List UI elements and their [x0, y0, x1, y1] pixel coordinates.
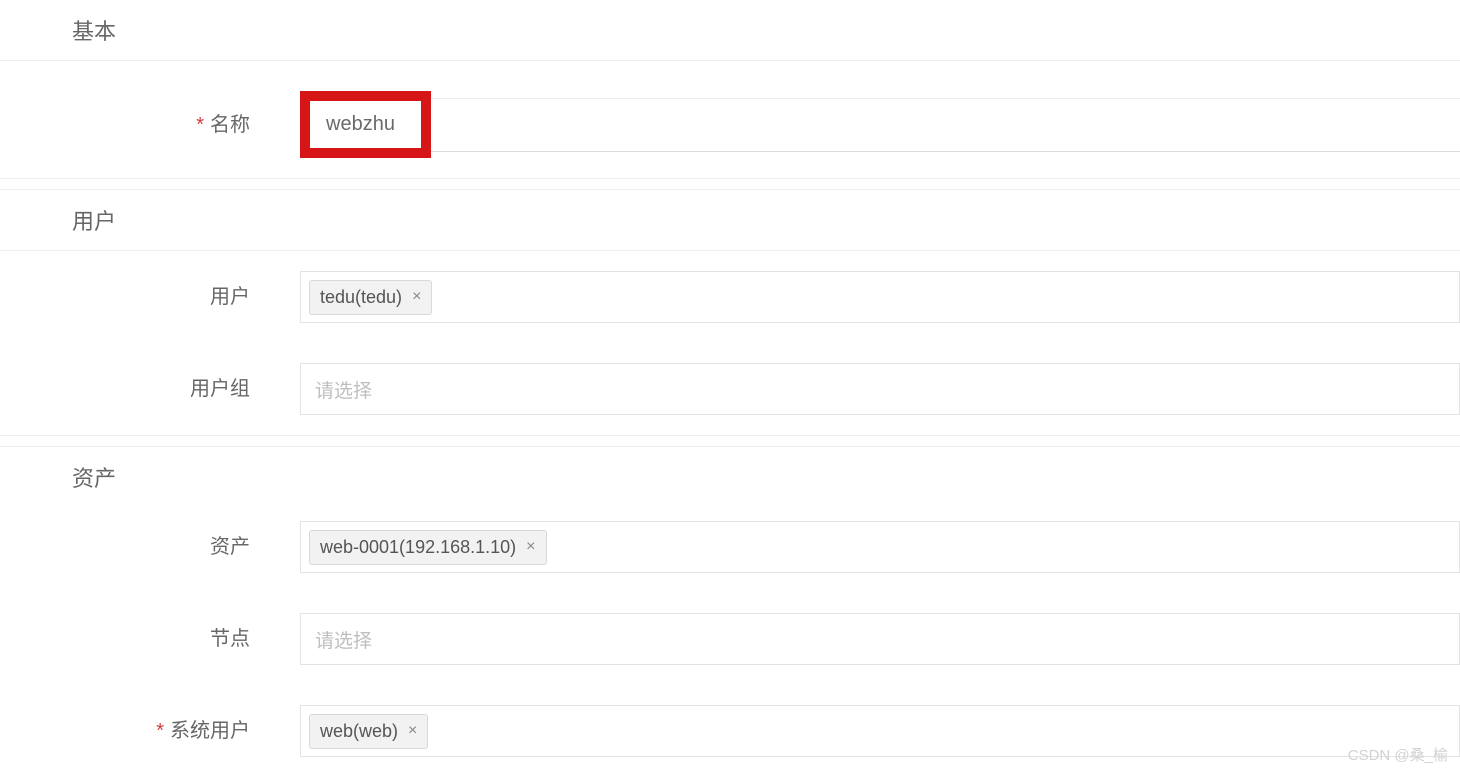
systemuser-tag-label: web(web): [320, 721, 398, 742]
section-basic: 基本 * 名称 webzhu: [0, 0, 1460, 179]
label-systemuser-text: 系统用户: [170, 720, 250, 742]
asset-tag: web-0001(192.168.1.10) ×: [309, 530, 547, 565]
required-asterisk: *: [156, 720, 164, 742]
close-icon[interactable]: ×: [526, 539, 535, 555]
asset-select[interactable]: web-0001(192.168.1.10) ×: [300, 521, 1460, 573]
asset-tag-label: web-0001(192.168.1.10): [320, 537, 516, 558]
node-select[interactable]: 请选择: [300, 613, 1460, 665]
permission-form: 基本 * 名称 webzhu 用户 用户 tedu(tedu) ×: [0, 0, 1460, 777]
row-asset: 资产 web-0001(192.168.1.10) ×: [0, 501, 1460, 593]
required-asterisk: *: [196, 114, 204, 136]
name-input[interactable]: webzhu: [326, 113, 395, 135]
close-icon[interactable]: ×: [408, 723, 417, 739]
field-asset: web-0001(192.168.1.10) ×: [300, 521, 1460, 573]
name-highlight-box: webzhu: [300, 91, 431, 158]
label-usergroup: 用户组: [0, 374, 300, 404]
section-asset: 资产 资产 web-0001(192.168.1.10) × 节点 请选择: [0, 446, 1460, 777]
section-basic-heading: 基本: [0, 0, 1460, 61]
section-user-heading: 用户: [0, 190, 1460, 251]
label-asset: 资产: [0, 532, 300, 562]
row-systemuser: * 系统用户 web(web) ×: [0, 685, 1460, 777]
label-name: * 名称: [0, 110, 300, 140]
systemuser-select[interactable]: web(web) ×: [300, 705, 1460, 757]
close-icon[interactable]: ×: [412, 289, 421, 305]
user-tag: tedu(tedu) ×: [309, 280, 432, 315]
user-tag-label: tedu(tedu): [320, 287, 402, 308]
field-usergroup: 请选择: [300, 363, 1460, 415]
field-name: webzhu: [300, 91, 1460, 158]
user-select[interactable]: tedu(tedu) ×: [300, 271, 1460, 323]
usergroup-select[interactable]: 请选择: [300, 363, 1460, 415]
field-user: tedu(tedu) ×: [300, 271, 1460, 323]
section-user: 用户 用户 tedu(tedu) × 用户组 请选择: [0, 189, 1460, 436]
systemuser-tag: web(web) ×: [309, 714, 428, 749]
label-name-text: 名称: [210, 114, 250, 136]
row-usergroup: 用户组 请选择: [0, 343, 1460, 436]
usergroup-placeholder: 请选择: [309, 376, 372, 403]
name-underline: [300, 98, 1460, 152]
node-placeholder: 请选择: [309, 626, 372, 653]
field-systemuser: web(web) ×: [300, 705, 1460, 757]
label-node: 节点: [0, 624, 300, 654]
label-user: 用户: [0, 282, 300, 312]
row-name: * 名称 webzhu: [0, 71, 1460, 179]
row-node: 节点 请选择: [0, 593, 1460, 685]
row-user: 用户 tedu(tedu) ×: [0, 251, 1460, 343]
label-systemuser: * 系统用户: [0, 716, 300, 746]
field-node: 请选择: [300, 613, 1460, 665]
section-asset-heading: 资产: [0, 447, 1460, 501]
watermark: CSDN @桑_榆: [1348, 744, 1448, 765]
